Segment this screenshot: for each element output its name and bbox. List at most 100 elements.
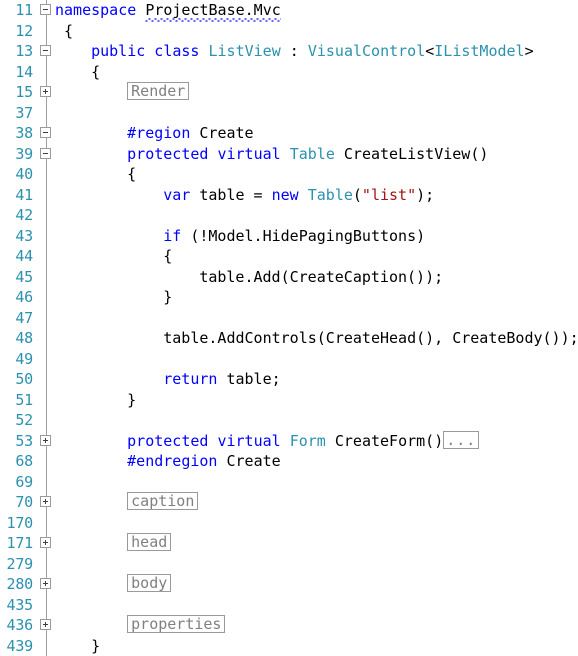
- code-token: return: [163, 370, 217, 388]
- outlining-margin-cell[interactable]: [39, 123, 55, 144]
- code-line[interactable]: 439}: [0, 636, 578, 656]
- outlining-margin-cell: [39, 246, 55, 267]
- code-line[interactable]: 37: [0, 103, 578, 124]
- code-token: virtual: [217, 432, 280, 450]
- collapsed-body-ellipsis[interactable]: ...: [443, 431, 479, 449]
- code-line[interactable]: 435: [0, 595, 578, 616]
- outlining-guide-line: [46, 205, 47, 226]
- outlining-margin-cell[interactable]: [39, 574, 55, 595]
- expand-region-icon[interactable]: [40, 86, 51, 97]
- code-line[interactable]: 43if (!Model.HidePagingButtons): [0, 226, 578, 247]
- code-text: Render: [127, 82, 189, 103]
- code-line[interactable]: 69: [0, 472, 578, 493]
- code-line[interactable]: 12{: [0, 21, 578, 42]
- line-number: 48: [0, 328, 33, 349]
- code-token: CreateForm(): [326, 432, 443, 450]
- code-line[interactable]: 46}: [0, 287, 578, 308]
- outlining-margin-cell[interactable]: [39, 82, 55, 103]
- outlining-margin-cell[interactable]: [39, 492, 55, 513]
- outlining-guide-line: [46, 226, 47, 247]
- collapsed-region-placeholder[interactable]: caption: [127, 492, 198, 510]
- outlining-margin-cell: [39, 103, 55, 124]
- code-line[interactable]: 13public class ListView : VisualControl<…: [0, 41, 578, 62]
- code-token: IListModel: [434, 42, 524, 60]
- line-number: 43: [0, 226, 33, 247]
- code-line[interactable]: 70caption: [0, 492, 578, 513]
- collapsed-region-placeholder[interactable]: Render: [127, 82, 189, 100]
- collapse-region-icon[interactable]: [40, 45, 51, 56]
- code-line[interactable]: 52: [0, 410, 578, 431]
- code-line[interactable]: 68#endregion Create: [0, 451, 578, 472]
- outlining-margin-cell[interactable]: [39, 533, 55, 554]
- outlining-margin-cell[interactable]: [39, 615, 55, 636]
- outlining-guide-line: [46, 246, 47, 267]
- code-line[interactable]: 44{: [0, 246, 578, 267]
- line-number: 49: [0, 349, 33, 370]
- code-token: "list": [362, 186, 416, 204]
- code-editor-surface[interactable]: 11namespace ProjectBase.Mvc12{13public c…: [0, 0, 578, 637]
- code-line[interactable]: 280body: [0, 574, 578, 595]
- code-line[interactable]: 40{: [0, 164, 578, 185]
- code-token: public: [91, 42, 145, 60]
- code-line[interactable]: 14{: [0, 62, 578, 83]
- line-number: 42: [0, 205, 33, 226]
- collapse-region-icon[interactable]: [40, 127, 51, 138]
- code-line[interactable]: 48 table.AddControls(CreateHead(), Create…: [0, 328, 578, 349]
- code-line[interactable]: 39protected virtual Table CreateListView…: [0, 144, 578, 165]
- code-line[interactable]: 42: [0, 205, 578, 226]
- code-token: >: [525, 42, 534, 60]
- code-line[interactable]: 279: [0, 554, 578, 575]
- code-line[interactable]: 436properties: [0, 615, 578, 636]
- outlining-margin-cell: [39, 267, 55, 288]
- code-token: if: [163, 227, 181, 245]
- line-number: 41: [0, 185, 33, 206]
- code-token: Table: [308, 186, 353, 204]
- code-token: <: [425, 42, 434, 60]
- code-text: }: [91, 636, 100, 656]
- code-line[interactable]: 45table.Add(CreateCaption());: [0, 267, 578, 288]
- line-number: 37: [0, 103, 33, 124]
- code-line[interactable]: 171 head: [0, 533, 578, 554]
- outlining-margin-cell[interactable]: [39, 41, 55, 62]
- line-number: 11: [0, 0, 33, 21]
- code-token: #endregion: [127, 452, 217, 470]
- code-line[interactable]: 15Render: [0, 82, 578, 103]
- line-number: 44: [0, 246, 33, 267]
- expand-region-icon[interactable]: [40, 537, 51, 548]
- collapsed-region-placeholder[interactable]: body: [127, 574, 171, 592]
- code-text: {: [127, 164, 136, 185]
- expand-region-icon[interactable]: [40, 619, 51, 630]
- code-line[interactable]: 47: [0, 308, 578, 329]
- code-line[interactable]: 41var table = new Table("list");: [0, 185, 578, 206]
- expand-region-icon[interactable]: [40, 578, 51, 589]
- code-token: );: [416, 186, 434, 204]
- code-line[interactable]: 50return table;: [0, 369, 578, 390]
- code-text: body: [127, 574, 171, 595]
- code-text: }: [127, 390, 136, 411]
- code-line[interactable]: 49: [0, 349, 578, 370]
- code-token: table.AddControls(CreateHead(), CreateBo…: [163, 329, 578, 347]
- collapsed-region-placeholder[interactable]: head: [127, 533, 171, 551]
- code-line[interactable]: 170: [0, 513, 578, 534]
- code-token: {: [64, 22, 73, 40]
- collapsed-region-placeholder[interactable]: properties: [127, 615, 225, 633]
- code-line[interactable]: 53protected virtual Form CreateForm()...: [0, 431, 578, 452]
- code-token: (: [353, 186, 362, 204]
- code-token: var: [163, 186, 190, 204]
- outlining-margin-cell[interactable]: [39, 0, 55, 21]
- code-line[interactable]: 51}: [0, 390, 578, 411]
- line-number: 171: [0, 533, 33, 554]
- code-line[interactable]: 11namespace ProjectBase.Mvc: [0, 0, 578, 21]
- outlining-margin-cell: [39, 595, 55, 616]
- outlining-margin-cell: [39, 390, 55, 411]
- expand-region-icon[interactable]: [40, 435, 51, 446]
- collapse-region-icon[interactable]: [40, 148, 51, 159]
- expand-region-icon[interactable]: [40, 496, 51, 507]
- code-text: }: [163, 287, 172, 308]
- code-line[interactable]: 38#region Create: [0, 123, 578, 144]
- outlining-margin-cell[interactable]: [39, 144, 55, 165]
- code-text: {: [64, 21, 73, 42]
- outlining-margin-cell[interactable]: [39, 431, 55, 452]
- code-token: #region: [127, 124, 190, 142]
- collapse-region-icon[interactable]: [40, 4, 51, 15]
